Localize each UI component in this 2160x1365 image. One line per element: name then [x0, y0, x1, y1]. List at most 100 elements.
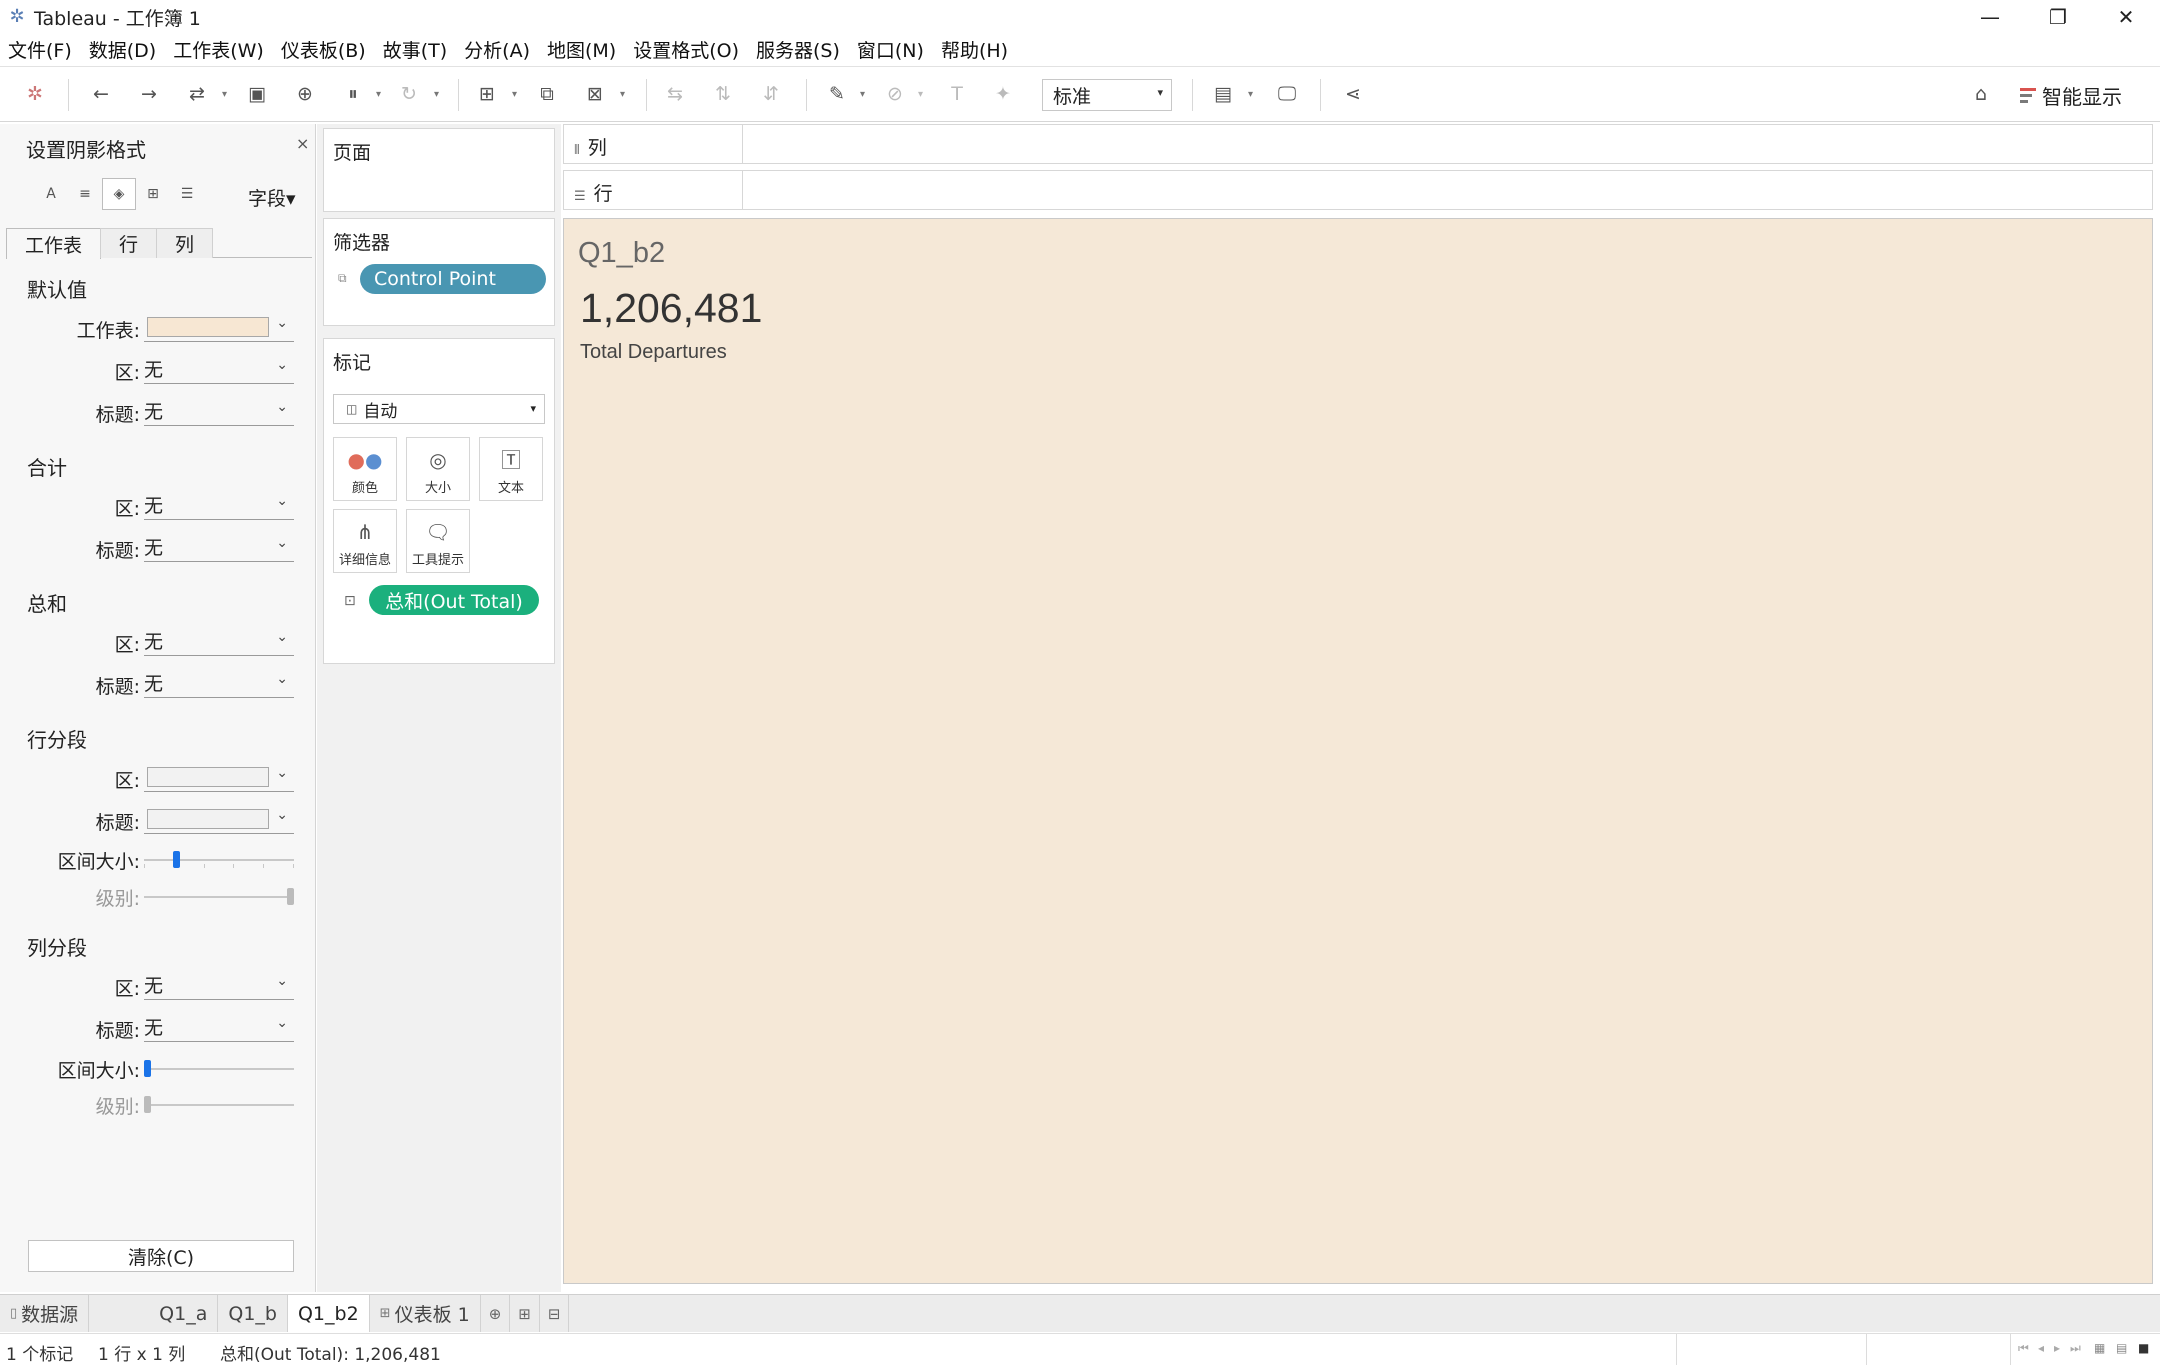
detail-button[interactable]: ⋔ 详细信息	[333, 509, 397, 573]
undo-icon[interactable]: ←	[90, 81, 112, 107]
col-band-size-slider[interactable]	[144, 1058, 294, 1080]
first-page-icon[interactable]: ⏮	[2018, 1341, 2029, 1356]
size-button[interactable]: ◎ 大小	[406, 437, 470, 501]
duplicate-sheet-icon[interactable]: ⧉	[536, 81, 558, 107]
default-worksheet-color-picker[interactable]: ⌄	[144, 312, 294, 342]
maximize-button[interactable]: ❐	[2024, 0, 2092, 34]
slider-thumb[interactable]	[144, 1096, 151, 1113]
clear-button[interactable]: 清除(C)	[28, 1240, 294, 1272]
tableau-home-icon[interactable]: ✲	[24, 81, 46, 107]
tab-datasource[interactable]: ▯ 数据源	[0, 1295, 90, 1332]
clear-sheet-caret-icon[interactable]: ▾	[620, 89, 625, 100]
next-page-icon[interactable]: ▸	[2054, 1341, 2060, 1355]
last-page-icon[interactable]: ⏭	[2070, 1341, 2081, 1356]
group-members-icon[interactable]: ⊘	[884, 81, 906, 107]
show-mark-labels-icon[interactable]: T	[946, 81, 968, 107]
format-font-icon[interactable]: A	[34, 178, 68, 210]
tab-sheet[interactable]: 工作表	[6, 228, 102, 259]
menu-server[interactable]: 服务器(S)	[756, 36, 840, 63]
default-pane-select[interactable]: 无 ⌄	[144, 354, 294, 384]
kpi-value[interactable]: 1,206,481	[580, 285, 762, 332]
swap-rows-columns-icon[interactable]: ⇆	[664, 81, 686, 107]
col-banding-header-select[interactable]: 无 ⌄	[144, 1012, 294, 1042]
pages-card[interactable]: 页面	[323, 128, 555, 212]
new-dashboard-tab-icon[interactable]: ⊞	[510, 1295, 540, 1332]
new-worksheet-tab-icon[interactable]: ⊕	[481, 1295, 511, 1332]
tab-q1-b2[interactable]: Q1_b2	[287, 1295, 370, 1332]
menu-map[interactable]: 地图(M)	[547, 36, 616, 63]
grand-total-pane-select[interactable]: 无 ⌄	[144, 626, 294, 656]
row-banding-header-color-picker[interactable]: ⌄	[144, 804, 294, 834]
row-band-size-slider[interactable]	[144, 849, 294, 871]
share-icon[interactable]: ⋖	[1342, 81, 1364, 107]
viz-canvas[interactable]: Q1_b2 1,206,481 Total Departures	[563, 218, 2153, 1284]
total-header-select[interactable]: 无 ⌄	[144, 532, 294, 562]
row-banding-pane-color-picker[interactable]: ⌄	[144, 762, 294, 792]
pause-caret-icon[interactable]: ▾	[376, 89, 381, 100]
filmstrip-icon[interactable]: ▤	[2116, 1341, 2127, 1355]
row-level-slider[interactable]	[144, 886, 294, 908]
field-dropdown[interactable]: 字段▾	[248, 184, 296, 211]
new-story-tab-icon[interactable]: ⊟	[540, 1295, 570, 1332]
menu-dashboard[interactable]: 仪表板(B)	[281, 36, 366, 63]
filters-card[interactable]: 筛选器 ⧉ Control Point	[323, 218, 555, 326]
show-cards-icon[interactable]: ▤	[1212, 81, 1234, 107]
redo-icon[interactable]: →	[138, 81, 160, 107]
close-button[interactable]: ✕	[2092, 0, 2160, 34]
format-shading-icon[interactable]: ◈	[102, 178, 136, 210]
highlight-icon[interactable]: ✎	[826, 81, 848, 107]
new-worksheet-caret-icon[interactable]: ▾	[512, 89, 517, 100]
sheet-title[interactable]: Q1_b2	[578, 237, 665, 270]
new-worksheet-icon[interactable]: ⊞	[476, 81, 498, 107]
menu-format[interactable]: 设置格式(O)	[633, 36, 739, 63]
refresh-caret-icon[interactable]: ▾	[434, 89, 439, 100]
show-cards-caret-icon[interactable]: ▾	[1248, 89, 1253, 100]
format-painter-icon[interactable]: ⌂	[1970, 81, 1992, 107]
menu-worksheet[interactable]: 工作表(W)	[173, 36, 264, 63]
format-lines-icon[interactable]: ☰	[170, 178, 204, 210]
clear-sheet-icon[interactable]: ⊠	[584, 81, 606, 107]
new-data-source-icon[interactable]: ⊕	[294, 81, 316, 107]
replace-data-source-icon[interactable]: ⇄	[186, 81, 208, 107]
group-caret-icon[interactable]: ▾	[918, 89, 923, 100]
col-banding-pane-select[interactable]: 无 ⌄	[144, 970, 294, 1000]
save-icon[interactable]: ▣	[246, 81, 268, 107]
tooltip-button[interactable]: 🗨 工具提示	[406, 509, 470, 573]
smart-show-button[interactable]: 智能显示	[2020, 79, 2122, 111]
col-level-slider[interactable]	[144, 1094, 294, 1116]
sort-ascending-icon[interactable]: ⇅	[712, 81, 734, 107]
default-header-select[interactable]: 无 ⌄	[144, 396, 294, 426]
rows-shelf[interactable]: ☰ 行	[563, 170, 2153, 210]
menu-window[interactable]: 窗口(N)	[857, 36, 924, 63]
tab-columns[interactable]: 列	[156, 228, 214, 258]
tab-rows[interactable]: 行	[100, 228, 158, 258]
slider-thumb[interactable]	[173, 851, 180, 868]
minimize-button[interactable]: —	[1956, 0, 2024, 34]
tab-dashboard-1[interactable]: ⊞ 仪表板 1	[370, 1295, 481, 1332]
menu-analysis[interactable]: 分析(A)	[464, 36, 530, 63]
fix-axes-icon[interactable]: ✦	[992, 81, 1014, 107]
filter-pill-control-point[interactable]: Control Point	[360, 264, 546, 294]
menu-data[interactable]: 数据(D)	[89, 36, 156, 63]
sheet-sorter-icon[interactable]: ▦	[2094, 1341, 2105, 1355]
replace-data-caret-icon[interactable]: ▾	[222, 89, 227, 100]
highlight-caret-icon[interactable]: ▾	[860, 89, 865, 100]
tab-q1-a[interactable]: Q1_a	[149, 1295, 219, 1332]
format-alignment-icon[interactable]: ≡	[68, 178, 102, 210]
slider-thumb[interactable]	[287, 888, 294, 905]
mark-type-select[interactable]: ◫ 自动 ▾	[333, 394, 545, 424]
refresh-icon[interactable]: ↻	[398, 81, 420, 107]
format-borders-icon[interactable]: ⊞	[136, 178, 170, 210]
menu-story[interactable]: 故事(T)	[383, 36, 447, 63]
menu-file[interactable]: 文件(F)	[8, 36, 72, 63]
marks-pill-out-total[interactable]: 总和(Out Total)	[369, 585, 539, 615]
text-button[interactable]: 🅃 文本	[479, 437, 543, 501]
presentation-mode-icon[interactable]: 🖵	[1276, 81, 1298, 107]
color-button[interactable]: ●● 颜色	[333, 437, 397, 501]
columns-shelf[interactable]: ⦀ 列	[563, 124, 2153, 164]
menu-help[interactable]: 帮助(H)	[941, 36, 1008, 63]
grand-total-header-select[interactable]: 无 ⌄	[144, 668, 294, 698]
slider-thumb[interactable]	[144, 1060, 151, 1077]
sort-descending-icon[interactable]: ⇵	[760, 81, 782, 107]
previous-page-icon[interactable]: ◂	[2038, 1341, 2044, 1355]
